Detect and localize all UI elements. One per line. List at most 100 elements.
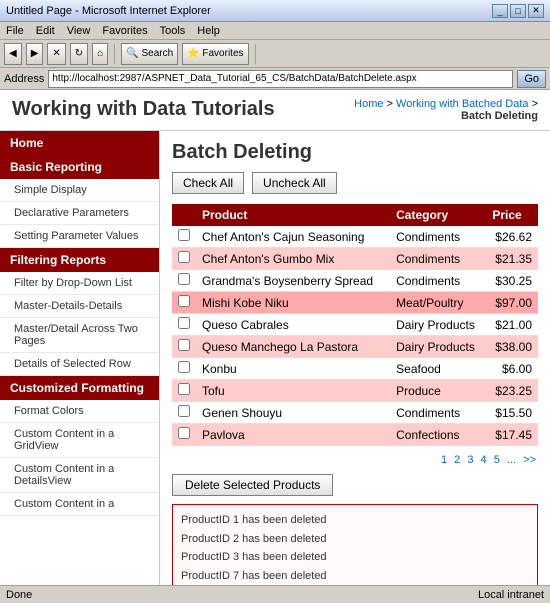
menu-view[interactable]: View bbox=[67, 25, 91, 37]
window-controls[interactable]: _ □ ✕ bbox=[492, 4, 544, 18]
status-bar: Done Local intranet bbox=[0, 585, 550, 603]
row-checkbox-cell bbox=[172, 336, 196, 358]
separator2 bbox=[255, 44, 256, 64]
breadcrumb: Home > Working with Batched Data > Batch… bbox=[354, 98, 538, 122]
row-category: Condiments bbox=[390, 270, 486, 292]
minimize-button[interactable]: _ bbox=[492, 4, 508, 18]
row-price: $21.35 bbox=[486, 248, 538, 270]
sidebar-item-custom-content-other[interactable]: Custom Content in a bbox=[0, 493, 159, 516]
favorites-button[interactable]: ⭐ Favorites bbox=[182, 43, 248, 65]
row-checkbox-cell bbox=[172, 226, 196, 248]
sidebar-item-filter-dropdown[interactable]: Filter by Drop-Down List bbox=[0, 272, 159, 295]
row-checkbox[interactable] bbox=[178, 273, 190, 285]
page-4[interactable]: 4 bbox=[481, 454, 487, 466]
row-checkbox[interactable] bbox=[178, 383, 190, 395]
address-label: Address bbox=[4, 73, 44, 85]
row-checkbox[interactable] bbox=[178, 361, 190, 373]
maximize-button[interactable]: □ bbox=[510, 4, 526, 18]
row-product: Konbu bbox=[196, 358, 390, 380]
row-checkbox-cell bbox=[172, 402, 196, 424]
deleted-message: ProductID 7 has been deleted bbox=[181, 567, 529, 585]
row-product: Queso Manchego La Pastora bbox=[196, 336, 390, 358]
page-next[interactable]: >> bbox=[523, 454, 536, 466]
col-header-checkbox bbox=[172, 204, 196, 226]
row-checkbox[interactable] bbox=[178, 339, 190, 351]
forward-button[interactable]: ▶ bbox=[26, 43, 44, 65]
menu-help[interactable]: Help bbox=[197, 25, 220, 37]
sidebar-section-filtering-reports: Filtering Reports bbox=[0, 248, 159, 272]
sidebar-item-master-detail-two-pages[interactable]: Master/Detail Across Two Pages bbox=[0, 318, 159, 353]
check-buttons-row: Check All Uncheck All bbox=[172, 172, 538, 194]
row-checkbox[interactable] bbox=[178, 229, 190, 241]
menu-bar: File Edit View Favorites Tools Help bbox=[0, 22, 550, 40]
row-product: Chef Anton's Gumbo Mix bbox=[196, 248, 390, 270]
row-product: Queso Cabrales bbox=[196, 314, 390, 336]
title-bar: Untitled Page - Microsoft Internet Explo… bbox=[0, 0, 550, 22]
separator bbox=[114, 44, 115, 64]
row-price: $23.25 bbox=[486, 380, 538, 402]
site-header: Working with Data Tutorials Home > Worki… bbox=[0, 90, 550, 131]
zone-text: Local intranet bbox=[478, 589, 544, 601]
uncheck-all-button[interactable]: Uncheck All bbox=[252, 172, 337, 194]
deleted-message: ProductID 2 has been deleted bbox=[181, 530, 529, 549]
row-checkbox[interactable] bbox=[178, 405, 190, 417]
sidebar-item-declarative-parameters[interactable]: Declarative Parameters bbox=[0, 202, 159, 225]
menu-file[interactable]: File bbox=[6, 25, 24, 37]
search-button[interactable]: 🔍 Search bbox=[121, 43, 178, 65]
row-product: Genen Shouyu bbox=[196, 402, 390, 424]
delete-selected-button[interactable]: Delete Selected Products bbox=[172, 474, 333, 496]
sidebar-item-home[interactable]: Home bbox=[0, 131, 159, 155]
row-product: Pavlova bbox=[196, 424, 390, 446]
row-checkbox[interactable] bbox=[178, 295, 190, 307]
row-checkbox-cell bbox=[172, 292, 196, 314]
menu-edit[interactable]: Edit bbox=[36, 25, 55, 37]
table-row: Queso Manchego La Pastora Dairy Products… bbox=[172, 336, 538, 358]
deleted-messages-box: ProductID 1 has been deletedProductID 2 … bbox=[172, 504, 538, 585]
table-row: Pavlova Confections $17.45 bbox=[172, 424, 538, 446]
row-checkbox[interactable] bbox=[178, 317, 190, 329]
row-price: $38.00 bbox=[486, 336, 538, 358]
sidebar-item-setting-parameter-values[interactable]: Setting Parameter Values bbox=[0, 225, 159, 248]
deleted-message: ProductID 3 has been deleted bbox=[181, 548, 529, 567]
delete-btn-row: Delete Selected Products bbox=[172, 474, 538, 496]
back-button[interactable]: ◀ bbox=[4, 43, 22, 65]
page-2[interactable]: 2 bbox=[454, 454, 460, 466]
content-area: Home Basic Reporting Simple Display Decl… bbox=[0, 131, 550, 585]
nav-current: Batch Deleting bbox=[461, 110, 538, 122]
page-5[interactable]: 5 bbox=[494, 454, 500, 466]
row-checkbox-cell bbox=[172, 358, 196, 380]
col-header-price: Price bbox=[486, 204, 538, 226]
close-button[interactable]: ✕ bbox=[528, 4, 544, 18]
toolbar: ◀ ▶ ✕ ↻ ⌂ 🔍 Search ⭐ Favorites bbox=[0, 40, 550, 68]
go-button[interactable]: Go bbox=[517, 70, 546, 88]
check-all-button[interactable]: Check All bbox=[172, 172, 244, 194]
page-3[interactable]: 3 bbox=[467, 454, 473, 466]
menu-favorites[interactable]: Favorites bbox=[102, 25, 147, 37]
sidebar-item-details-selected-row[interactable]: Details of Selected Row bbox=[0, 353, 159, 376]
menu-tools[interactable]: Tools bbox=[160, 25, 186, 37]
nav-home[interactable]: Home bbox=[354, 98, 383, 110]
page-ellipsis[interactable]: ... bbox=[507, 454, 516, 466]
page-title: Batch Deleting bbox=[172, 141, 538, 164]
row-product: Mishi Kobe Niku bbox=[196, 292, 390, 314]
row-category: Dairy Products bbox=[390, 336, 486, 358]
sidebar-item-format-colors[interactable]: Format Colors bbox=[0, 400, 159, 423]
row-checkbox[interactable] bbox=[178, 251, 190, 263]
row-product: Tofu bbox=[196, 380, 390, 402]
refresh-button[interactable]: ↻ bbox=[70, 43, 88, 65]
sidebar-item-custom-content-detailsview[interactable]: Custom Content in a DetailsView bbox=[0, 458, 159, 493]
nav-section[interactable]: Working with Batched Data bbox=[396, 98, 528, 110]
col-header-product: Product bbox=[196, 204, 390, 226]
sidebar-item-custom-content-gridview[interactable]: Custom Content in a GridView bbox=[0, 423, 159, 458]
home-button[interactable]: ⌂ bbox=[92, 43, 108, 65]
table-row: Mishi Kobe Niku Meat/Poultry $97.00 bbox=[172, 292, 538, 314]
row-price: $6.00 bbox=[486, 358, 538, 380]
page-1[interactable]: 1 bbox=[441, 454, 447, 466]
sidebar-item-master-details[interactable]: Master-Details-Details bbox=[0, 295, 159, 318]
stop-button[interactable]: ✕ bbox=[47, 43, 65, 65]
row-checkbox[interactable] bbox=[178, 427, 190, 439]
table-row: Tofu Produce $23.25 bbox=[172, 380, 538, 402]
address-input[interactable] bbox=[48, 70, 513, 88]
sidebar-item-simple-display[interactable]: Simple Display bbox=[0, 179, 159, 202]
address-bar: Address Go bbox=[0, 68, 550, 90]
